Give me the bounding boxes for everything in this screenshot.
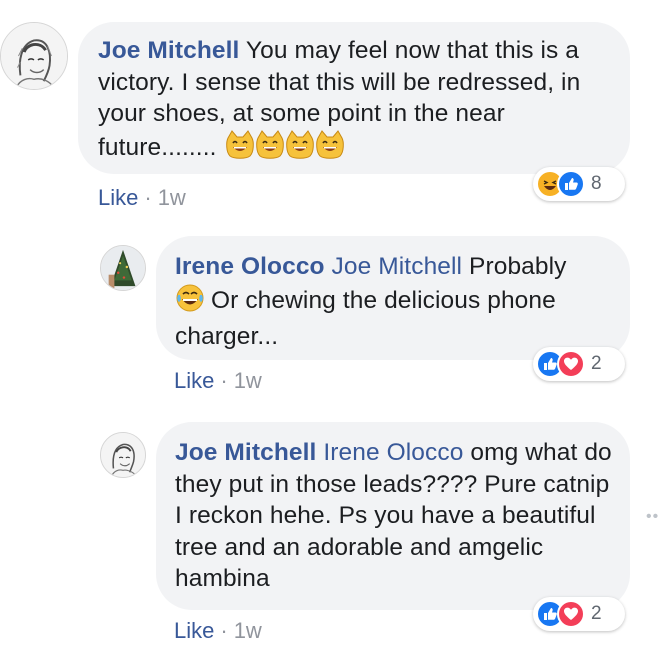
mention-link[interactable]: Irene Olocco: [323, 439, 463, 466]
comment-bubble: Joe Mitchell You may feel now that this …: [78, 22, 630, 174]
like-reaction-icon: [557, 170, 585, 198]
reaction-summary[interactable]: 2: [533, 347, 625, 381]
reaction-summary[interactable]: 8: [533, 167, 625, 201]
tears-of-joy-emoji: [175, 283, 205, 322]
comment-thread: Joe Mitchell You may feel now that this …: [0, 0, 662, 656]
avatar-joe-mitchell[interactable]: [0, 22, 68, 90]
love-reaction-icon: [557, 600, 585, 628]
comment-text: Probably: [469, 253, 567, 280]
sketch-portrait-icon: [1, 23, 67, 89]
separator-dot: ·: [220, 618, 228, 643]
comment-timestamp[interactable]: 1w: [158, 185, 186, 210]
comment-actions: Like · 1w: [174, 618, 262, 644]
reaction-count: 2: [591, 603, 602, 624]
comment-author[interactable]: Joe Mitchell: [98, 37, 239, 64]
comment-author[interactable]: Joe Mitchell: [175, 439, 316, 466]
like-link[interactable]: Like: [174, 368, 214, 393]
reply-bubble: Irene Olocco Joe Mitchell Probably Or ch…: [156, 236, 630, 360]
reaction-count: 2: [591, 353, 602, 374]
sketch-portrait-icon: [101, 433, 145, 477]
avatar-joe-mitchell[interactable]: [100, 432, 146, 478]
reaction-summary[interactable]: 2: [533, 597, 625, 631]
comment-actions: Like · 1w: [98, 185, 186, 211]
grinning-cat-icon: [226, 129, 345, 159]
comment-timestamp[interactable]: 1w: [234, 368, 262, 393]
more-options-icon[interactable]: ••: [646, 508, 659, 526]
like-link[interactable]: Like: [174, 618, 214, 643]
grinning-cat-emoji-group: [225, 129, 345, 169]
like-link[interactable]: Like: [98, 185, 138, 210]
separator-dot: ·: [144, 185, 152, 210]
love-reaction-icon: [557, 350, 585, 378]
avatar-irene-olocco[interactable]: [100, 245, 146, 291]
separator-dot: ·: [220, 368, 228, 393]
comment-text: Or chewing the delicious phone charger..…: [175, 286, 556, 351]
comment-author[interactable]: Irene Olocco: [175, 253, 325, 280]
reply-bubble: Joe Mitchell Irene Olocco omg what do th…: [156, 422, 630, 610]
comment-timestamp[interactable]: 1w: [234, 618, 262, 643]
comment-actions: Like · 1w: [174, 368, 262, 394]
christmas-tree-photo-icon: [101, 246, 145, 290]
reaction-count: 8: [591, 173, 602, 194]
mention-link[interactable]: Joe Mitchell: [332, 253, 463, 280]
